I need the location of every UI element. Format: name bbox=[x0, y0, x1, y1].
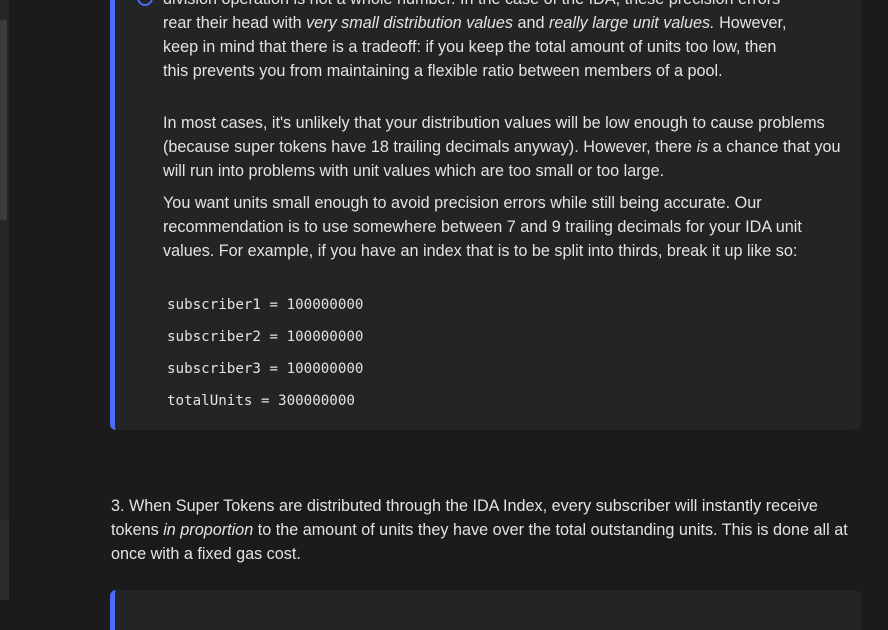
code-line-subscriber3: subscriber3 = 100000000 bbox=[167, 361, 364, 377]
code-line-total-units: totalUnits = 300000000 bbox=[167, 393, 355, 409]
step-3-paragraph: 3. When Super Tokens are distributed thr… bbox=[111, 497, 848, 563]
info-admonition: division operation is not a whole number… bbox=[110, 0, 861, 430]
page-scrollbar-thumb[interactable] bbox=[0, 20, 7, 220]
info-icon bbox=[137, 0, 153, 6]
recommendation-paragraph: You want units small enough to avoid pre… bbox=[163, 194, 802, 260]
precision-paragraph: division operation is not a whole number… bbox=[163, 0, 853, 83]
code-line-subscriber1: subscriber1 = 100000000 bbox=[167, 297, 364, 313]
emphasis-large-units: really large unit values. bbox=[549, 14, 715, 32]
emphasis-in-proportion: in proportion bbox=[163, 521, 254, 539]
page-scrollbar-track[interactable] bbox=[0, 0, 9, 600]
next-admonition bbox=[110, 590, 861, 630]
emphasis-small-values: very small distribution values bbox=[306, 14, 513, 32]
precision-line-0: division operation is not a whole number… bbox=[163, 0, 780, 8]
emphasis-is: is bbox=[696, 138, 709, 156]
left-edge-panel bbox=[0, 520, 9, 600]
likelihood-paragraph: In most cases, it's unlikely that your d… bbox=[163, 114, 841, 180]
code-line-subscriber2: subscriber2 = 100000000 bbox=[167, 329, 364, 345]
